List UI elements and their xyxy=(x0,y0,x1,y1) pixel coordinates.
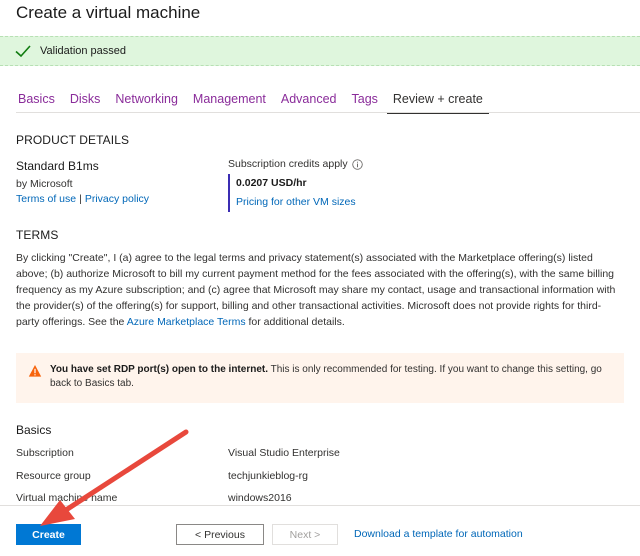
tab-advanced[interactable]: Advanced xyxy=(275,90,343,114)
rdp-warning-banner: You have set RDP port(s) open to the int… xyxy=(16,353,624,403)
vm-name-label: Virtual machine name xyxy=(16,492,118,504)
terms-heading: TERMS xyxy=(16,228,59,242)
info-icon[interactable] xyxy=(351,158,363,170)
resource-group-value: techjunkieblog-rg xyxy=(228,470,308,482)
validation-banner: Validation passed xyxy=(0,36,640,66)
tab-disks[interactable]: Disks xyxy=(64,90,107,114)
pricing-other-sizes-link[interactable]: Pricing for other VM sizes xyxy=(236,196,356,208)
create-button[interactable]: Create xyxy=(16,524,81,545)
tab-tags[interactable]: Tags xyxy=(346,90,384,114)
tab-networking[interactable]: Networking xyxy=(109,90,184,114)
price-value: 0.0207 USD/hr xyxy=(236,177,307,189)
page-title: Create a virtual machine xyxy=(16,3,201,22)
product-details-heading: PRODUCT DETAILS xyxy=(16,133,130,147)
checkmark-icon xyxy=(15,45,31,58)
warning-message: You have set RDP port(s) open to the int… xyxy=(50,363,614,403)
resource-group-label: Resource group xyxy=(16,470,91,482)
product-publisher: by Microsoft xyxy=(16,178,73,190)
privacy-policy-link[interactable]: Privacy policy xyxy=(85,193,149,205)
vm-name-value: windows2016 xyxy=(228,492,292,504)
product-name: Standard B1ms xyxy=(16,159,99,173)
credits-label-row: Subscription credits apply xyxy=(228,158,363,170)
marketplace-terms-link[interactable]: Azure Marketplace Terms xyxy=(127,316,246,328)
subscription-value: Visual Studio Enterprise xyxy=(228,447,340,459)
terms-of-use-link[interactable]: Terms of use xyxy=(16,193,76,205)
price-box: 0.0207 USD/hr Pricing for other VM sizes xyxy=(228,174,356,212)
warning-icon xyxy=(28,365,42,377)
download-template-link[interactable]: Download a template for automation xyxy=(354,528,523,540)
previous-button[interactable]: < Previous xyxy=(176,524,264,545)
terms-suffix: for additional details. xyxy=(245,316,345,328)
footer-bar: Create < Previous Next > Download a temp… xyxy=(0,505,640,556)
subscription-label: Subscription xyxy=(16,447,74,459)
subscription-credits-label: Subscription credits apply xyxy=(228,158,348,170)
tab-bar: Basics Disks Networking Management Advan… xyxy=(12,90,492,114)
warning-bold-text: You have set RDP port(s) open to the int… xyxy=(50,364,268,375)
tab-basics[interactable]: Basics xyxy=(12,90,61,114)
product-links: Terms of use | Privacy policy xyxy=(16,193,149,205)
tab-management[interactable]: Management xyxy=(187,90,272,114)
basics-heading: Basics xyxy=(16,423,52,437)
link-separator: | xyxy=(79,193,82,205)
validation-text: Validation passed xyxy=(40,45,127,57)
next-button: Next > xyxy=(272,524,338,545)
tab-review-create[interactable]: Review + create xyxy=(386,90,489,114)
tab-divider xyxy=(16,112,640,113)
terms-text: By clicking "Create", I (a) agree to the… xyxy=(16,250,616,330)
